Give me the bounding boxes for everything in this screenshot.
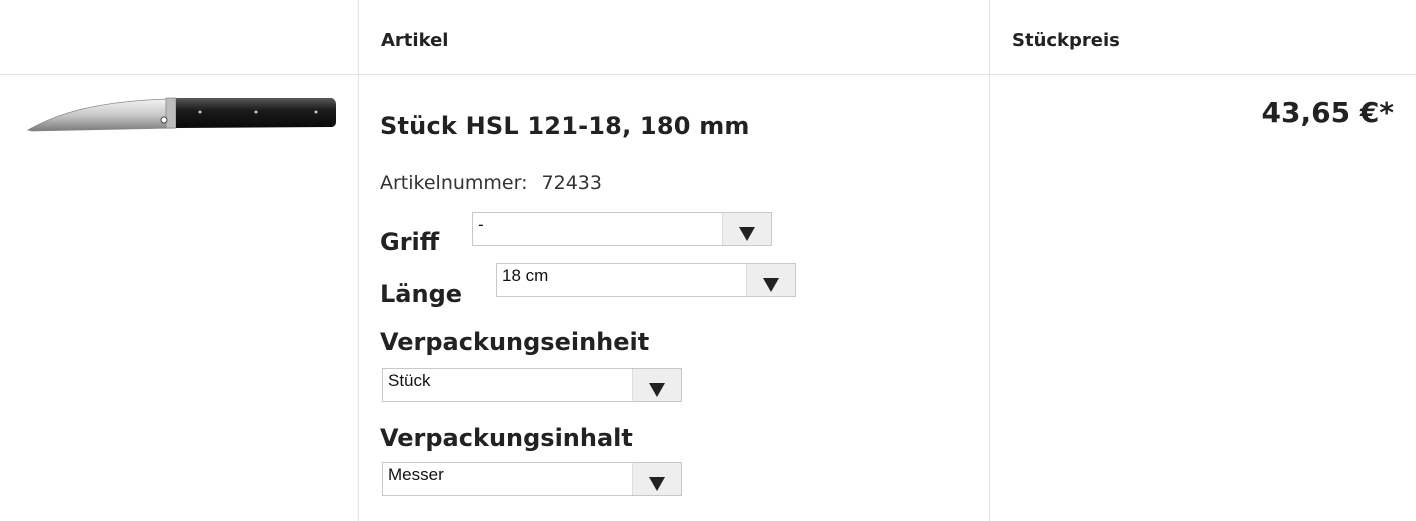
article-number-value: 72433 — [541, 172, 602, 194]
verpackungsinhalt-select[interactable]: Messer — [382, 462, 682, 496]
column-divider — [358, 0, 359, 521]
knife-icon — [26, 97, 336, 132]
laenge-select-value: 18 cm — [502, 266, 549, 285]
chevron-down-icon[interactable] — [632, 369, 681, 401]
griff-select-value: - — [478, 215, 484, 234]
chevron-down-icon[interactable] — [746, 264, 795, 296]
griff-select[interactable]: - — [472, 212, 772, 246]
article-number-label: Artikelnummer: — [380, 172, 528, 194]
unit-price: 43,65 €* — [1261, 96, 1394, 129]
verpackungsinhalt-select-value: Messer — [388, 465, 444, 484]
header-unit-price: Stückpreis — [1012, 30, 1120, 51]
verpackungseinheit-select-value: Stück — [388, 371, 431, 390]
header-divider — [0, 74, 1416, 75]
verpackungsinhalt-label: Verpackungsinhalt — [380, 424, 633, 452]
cart-table: Artikel Stückpreis Stück HSL 121-18, 180… — [0, 0, 1416, 521]
verpackungseinheit-label: Verpackungseinheit — [380, 328, 650, 356]
laenge-select[interactable]: 18 cm — [496, 263, 796, 297]
chevron-down-icon[interactable] — [632, 463, 681, 495]
product-image[interactable] — [20, 92, 340, 132]
product-title[interactable]: Stück HSL 121-18, 180 mm — [380, 112, 750, 140]
verpackungseinheit-select[interactable]: Stück — [382, 368, 682, 402]
column-divider — [989, 0, 990, 521]
chevron-down-icon[interactable] — [722, 213, 771, 245]
article-number: Artikelnummer: 72433 — [380, 172, 602, 194]
header-article: Artikel — [381, 30, 449, 51]
laenge-label: Länge — [380, 280, 463, 308]
griff-label: Griff — [380, 228, 440, 256]
